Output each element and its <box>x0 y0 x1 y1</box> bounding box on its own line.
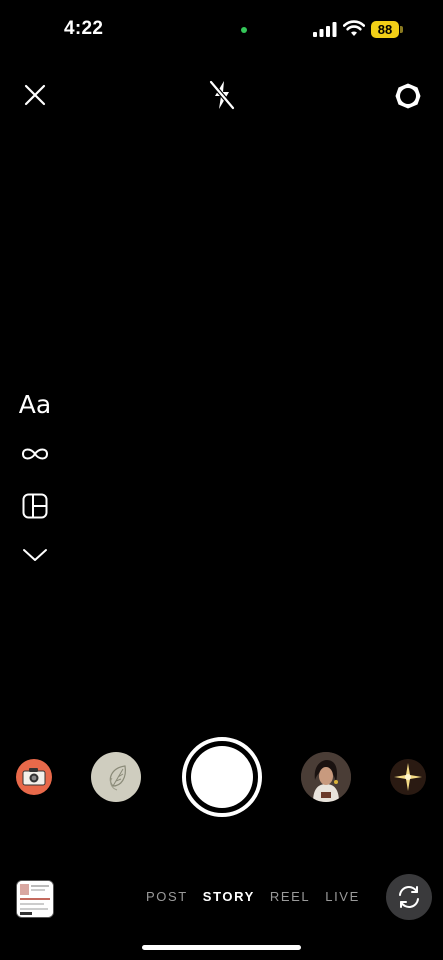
sparkle-icon <box>394 763 422 791</box>
battery-icon: 88 <box>371 21 403 38</box>
flip-camera-button[interactable] <box>386 874 432 920</box>
flash-off-icon <box>208 79 236 111</box>
shutter-button[interactable] <box>182 737 262 817</box>
settings-button[interactable] <box>391 79 425 113</box>
settings-icon <box>395 83 421 109</box>
leaf-effect-thumbnail[interactable] <box>91 752 141 802</box>
create-text-tool[interactable]: Aa <box>14 386 56 422</box>
flash-toggle-button[interactable] <box>205 78 239 112</box>
portrait-effect-thumbnail[interactable] <box>301 752 351 802</box>
wifi-icon <box>343 20 365 36</box>
camera-icon <box>22 768 46 786</box>
close-button[interactable] <box>20 80 50 110</box>
leaf-icon <box>109 765 126 791</box>
home-indicator[interactable] <box>142 945 301 950</box>
sparkle-effect-thumbnail[interactable] <box>390 759 426 795</box>
layout-tool[interactable] <box>14 490 56 522</box>
mode-live[interactable]: LIVE <box>325 889 360 904</box>
mode-post[interactable]: POST <box>146 889 188 904</box>
gallery-thumbnail[interactable] <box>16 880 54 918</box>
mode-reel[interactable]: REEL <box>270 889 310 904</box>
more-tools-button[interactable] <box>14 542 56 568</box>
mode-story[interactable]: STORY <box>203 889 255 904</box>
chevron-down-icon <box>23 549 47 561</box>
battery-tip <box>400 26 403 33</box>
portrait-image <box>301 752 351 802</box>
story-camera-screen: 4:22 88 Aa POST STORY REEL LIVE <box>0 0 443 960</box>
boomerang-icon <box>21 448 49 460</box>
flip-camera-icon <box>399 886 419 908</box>
shutter-inner <box>191 746 253 808</box>
camera-effect-thumbnail[interactable] <box>16 759 52 795</box>
capture-mode-selector: POST STORY REEL LIVE <box>146 889 375 904</box>
signal-icon <box>313 22 337 37</box>
close-icon <box>24 84 46 106</box>
gallery-preview-image <box>17 881 53 917</box>
layout-icon <box>22 493 48 519</box>
status-time: 4:22 <box>64 18 104 39</box>
camera-in-use-dot <box>241 27 247 33</box>
battery-level: 88 <box>371 21 399 38</box>
boomerang-tool[interactable] <box>14 440 56 468</box>
